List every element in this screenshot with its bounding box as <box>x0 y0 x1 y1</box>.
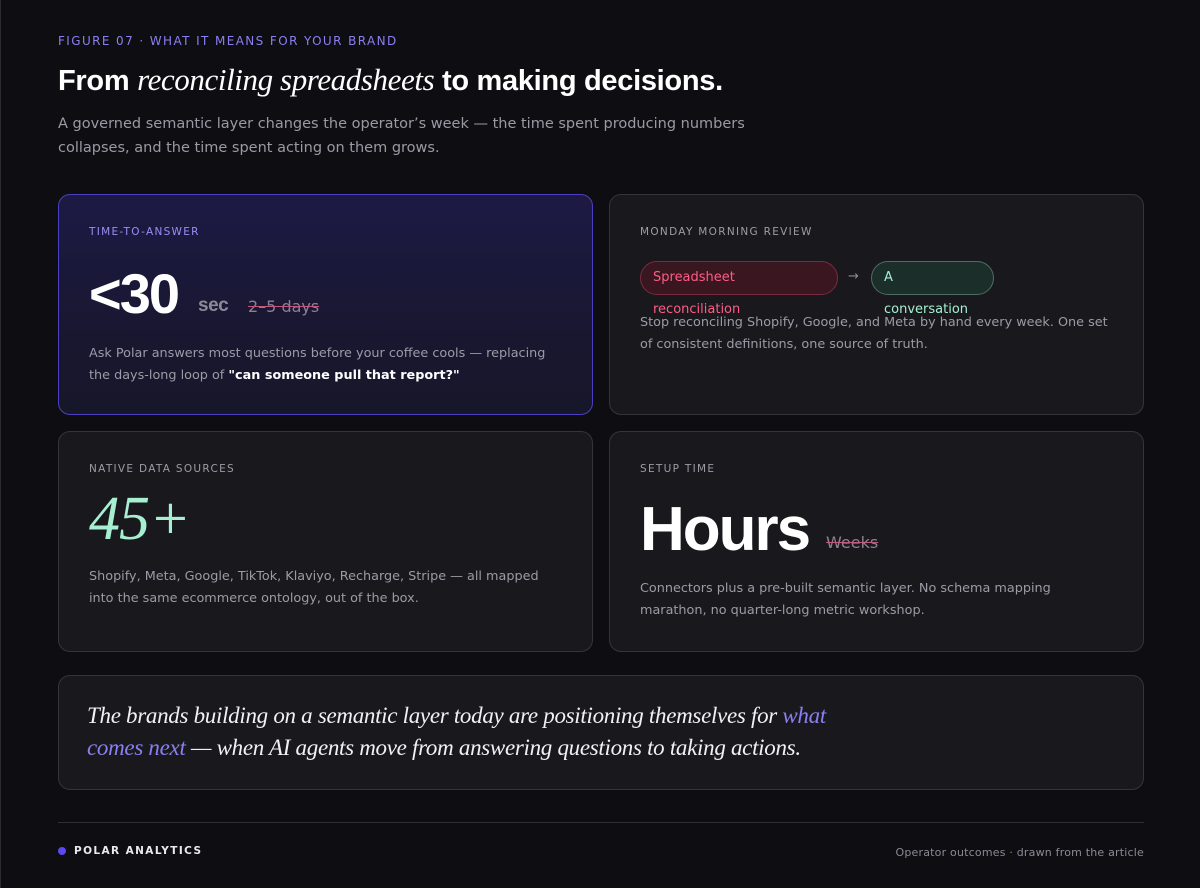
quote-pre: The brands building on a semantic layer … <box>87 703 783 728</box>
brand: POLAR ANALYTICS <box>58 845 202 857</box>
title-pre: From <box>58 65 138 97</box>
footer-note: Operator outcomes · drawn from the artic… <box>895 846 1144 859</box>
footer-divider <box>58 822 1144 823</box>
card-body: Ask Polar answers most questions before … <box>89 343 559 387</box>
page-subtitle: A governed semantic layer changes the op… <box>58 116 745 156</box>
brand-dot-icon <box>58 847 66 855</box>
card-label: TIME-TO-ANSWER <box>89 226 200 238</box>
card-label: SETUP TIME <box>640 463 716 475</box>
card-label: NATIVE DATA SOURCES <box>89 463 235 475</box>
old-metric-value: 2–5 days <box>248 297 320 316</box>
time-to-answer-card: TIME-TO-ANSWER <30 sec 2–5 days Ask Pola… <box>58 194 593 415</box>
to-pill: A conversation <box>871 261 994 317</box>
page-title: From reconciling spreadsheets to making … <box>58 62 723 98</box>
title-post: to making decisions. <box>434 65 723 97</box>
monday-review-card: MONDAY MORNING REVIEW Spreadsheet reconc… <box>609 194 1144 415</box>
setup-time-card: SETUP TIME Hours Weeks Connectors plus a… <box>609 431 1144 652</box>
card-body: Shopify, Meta, Google, TikTok, Klaviyo, … <box>89 569 539 606</box>
from-pill: Spreadsheet reconciliation <box>640 261 838 317</box>
brand-name: POLAR ANALYTICS <box>74 845 203 857</box>
card-body: Stop reconciling Shopify, Google, and Me… <box>640 315 1108 352</box>
card-body: Connectors plus a pre-built semantic lay… <box>640 581 1051 618</box>
card-body-bold: "can someone pull that report?" <box>228 368 460 383</box>
metric-value: 45+ <box>89 485 191 553</box>
pull-quote: The brands building on a semantic layer … <box>87 700 847 764</box>
quote-card: The brands building on a semantic layer … <box>58 675 1144 790</box>
arrow-right-icon: → <box>848 269 859 284</box>
metric-value: Hours <box>640 495 811 564</box>
quote-post: — when AI agents move from answering que… <box>185 735 801 760</box>
figure-eyebrow: FIGURE 07 · WHAT IT MEANS FOR YOUR BRAND <box>58 34 398 48</box>
metric-value: <30 <box>89 262 180 325</box>
old-metric-value: Weeks <box>826 533 879 552</box>
title-italic: reconciling spreadsheets <box>137 62 435 97</box>
card-label: MONDAY MORNING REVIEW <box>640 226 813 238</box>
metric-unit: sec <box>198 295 229 316</box>
data-sources-card: NATIVE DATA SOURCES 45+ Shopify, Meta, G… <box>58 431 593 652</box>
